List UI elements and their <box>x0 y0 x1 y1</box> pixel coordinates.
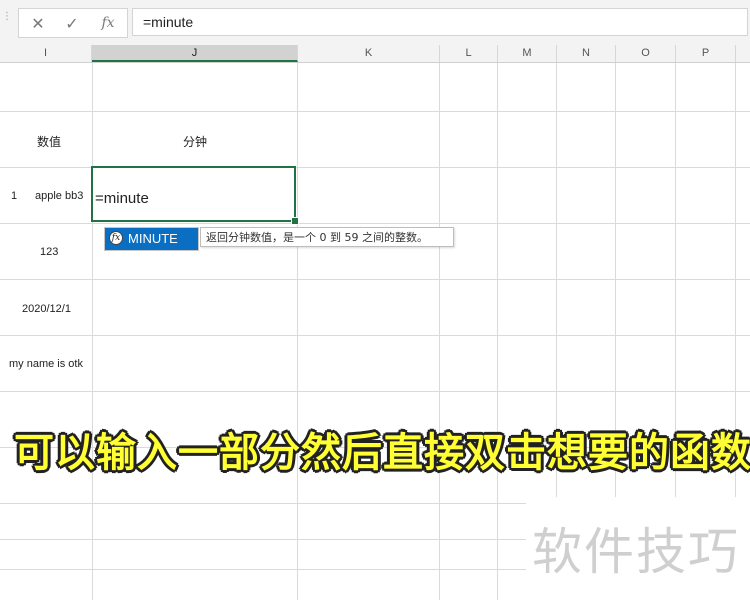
column-header-j[interactable]: J <box>92 45 298 62</box>
active-cell-text: =minute <box>95 190 149 207</box>
enter-icon[interactable]: ✓ <box>57 9 87 37</box>
formula-bar: ⋮ ✕ ✓ fx =minute <box>0 0 750 45</box>
function-autocomplete: fx MINUTE <box>104 227 199 251</box>
column-header-p[interactable]: P <box>676 45 736 62</box>
watermark: 软件技巧 <box>532 523 740 581</box>
column-header-o[interactable]: O <box>616 45 676 62</box>
cell-i-123: 123 <box>40 246 59 258</box>
function-tooltip: 返回分钟数值，是一个 0 到 59 之间的整数。 <box>200 227 454 247</box>
formula-buttons: ✕ ✓ fx <box>18 8 128 38</box>
autocomplete-item-minute[interactable]: fx MINUTE <box>105 228 198 250</box>
cell-i-header: 数值 <box>37 135 62 149</box>
grip-icon: ⋮ <box>2 11 12 22</box>
insert-function-icon[interactable]: fx <box>93 9 123 37</box>
formula-input[interactable]: =minute <box>132 8 748 36</box>
column-header-m[interactable]: M <box>498 45 557 62</box>
cell-i-name: my name is otk <box>9 358 83 370</box>
cell-row-number: 1 <box>11 190 18 202</box>
column-header-row: I J K L M N O P <box>0 45 750 63</box>
autocomplete-item-label: MINUTE <box>128 231 178 246</box>
cell-i-apple: apple bb3 <box>35 190 84 202</box>
cell-i-date: 2020/12/1 <box>22 303 71 315</box>
column-header-l[interactable]: L <box>440 45 498 62</box>
cell-j-header: 分钟 <box>183 135 208 149</box>
column-header-k[interactable]: K <box>298 45 440 62</box>
column-header-i[interactable]: I <box>0 45 92 62</box>
fill-handle[interactable] <box>291 217 299 225</box>
column-header-n[interactable]: N <box>557 45 616 62</box>
instruction-caption: 可以输入一部分然后直接双击想要的函数 <box>14 430 750 476</box>
cancel-icon[interactable]: ✕ <box>23 9 53 37</box>
active-cell[interactable]: =minute <box>91 166 299 225</box>
function-icon: fx <box>109 231 123 245</box>
